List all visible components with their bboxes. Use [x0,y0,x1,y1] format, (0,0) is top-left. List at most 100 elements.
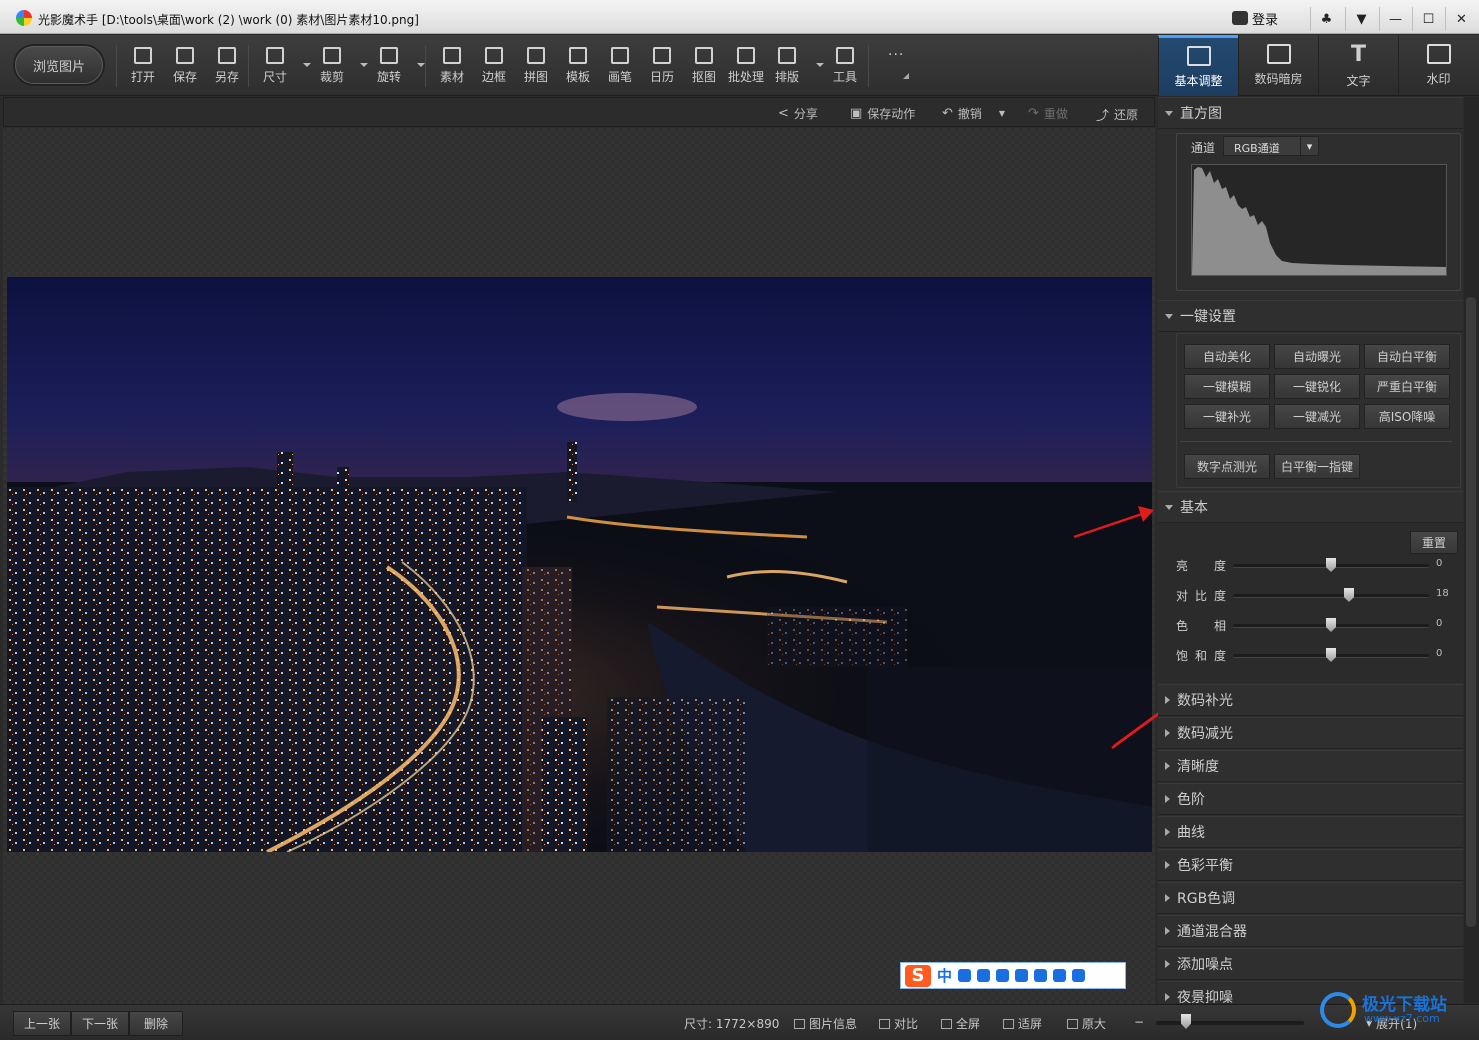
share-icon: < [778,106,789,121]
undo-dropdown-icon[interactable]: ▼ [999,109,1005,118]
slider-track[interactable] [1233,588,1429,602]
tool-cutout-button[interactable]: 抠图 [683,47,725,87]
tool-resize-button[interactable]: 尺寸 [254,47,296,87]
section-oneclick[interactable]: 一键设置 [1158,300,1463,332]
panel-scrollbar[interactable] [1464,97,1479,1003]
section-histogram[interactable]: 直方图 [1158,97,1463,129]
oneclick-button[interactable]: 一键锐化 [1274,374,1360,399]
tab-basic-adjust[interactable]: 基本调整 [1158,35,1238,96]
ime-toolbar[interactable]: S 中 [900,962,1126,989]
zoom-slider[interactable] [1156,1021,1304,1025]
section-collapsed[interactable]: 色阶 [1158,783,1463,815]
tab-digital-darkroom[interactable]: 数码暗房 [1238,35,1318,96]
tab-text[interactable]: T 文字 [1318,35,1398,96]
tab-watermark[interactable]: 水印 [1398,35,1478,96]
oneclick-button[interactable]: 高ISO降噪 [1364,404,1450,429]
section-collapsed[interactable]: 色彩平衡 [1158,849,1463,881]
status-bar: 上一张 下一张 删除 尺寸: 1772×890 图片信息 对比 全屏 适屏 原大… [0,1004,1479,1040]
oneclick-button[interactable]: 自动曝光 [1274,344,1360,369]
slider-thumb[interactable] [1326,618,1336,632]
skin-button[interactable]: ♣ [1310,7,1342,31]
maximize-button[interactable]: ☐ [1412,7,1444,31]
slider-thumb[interactable] [1326,558,1336,572]
slider-thumb[interactable] [1344,588,1354,602]
image-info-button[interactable]: 图片信息 [794,1015,857,1032]
original-size-button[interactable]: 原大 [1067,1015,1106,1032]
dropdown-arrow-icon[interactable] [303,63,311,67]
zoom-out-button[interactable]: − [1134,1015,1144,1029]
compare-button[interactable]: 对比 [879,1015,918,1032]
section-collapsed[interactable]: 通道混合器 [1158,915,1463,947]
browse-images-button[interactable]: 浏览图片 [15,46,103,84]
oneclick-button[interactable]: 自动白平衡 [1364,344,1450,369]
section-collapsed[interactable]: 数码补光 [1158,684,1463,716]
menu-button[interactable]: ▼ [1345,7,1377,31]
slider-row: 亮度 0 [1158,553,1463,577]
slider-track[interactable] [1233,558,1429,572]
punctuation-icon[interactable] [958,969,972,982]
restore-button[interactable]: ⤴ 还原 [1096,105,1138,124]
tool-save-button[interactable]: 保存 [164,47,206,87]
scrollbar-thumb[interactable] [1466,297,1476,927]
tool-save-as-button[interactable]: 另存 [206,47,248,87]
emoji-icon[interactable] [1034,969,1048,982]
slider-track[interactable] [1233,618,1429,632]
grid-icon[interactable] [1053,969,1067,982]
oneclick-button[interactable]: 一键减光 [1274,404,1360,429]
more-tools-button[interactable]: ··· [888,47,904,63]
delete-button[interactable]: 删除 [129,1011,183,1036]
save-action-button[interactable]: ▣ 保存动作 [850,105,915,122]
tool-border-button[interactable]: 边框 [473,47,515,87]
zoom-slider-thumb[interactable] [1181,1014,1191,1029]
ime-language[interactable]: 中 [937,965,952,986]
dropdown-arrow-icon[interactable] [816,63,824,67]
tool-layout-button[interactable]: 排版 [766,47,808,87]
login-button[interactable]: 登录 [1232,7,1278,29]
section-collapsed[interactable]: 曲线 [1158,816,1463,848]
redo-button[interactable]: ↷ 重做 [1028,105,1068,122]
oneclick-button[interactable]: 一键模糊 [1184,374,1270,399]
close-button[interactable]: ✕ [1445,7,1477,31]
watermark-url: www.xz7.com [1364,1012,1440,1025]
expand-icon [1165,861,1170,869]
tool-crop-button[interactable]: 裁剪 [311,47,353,87]
expand-corner-icon[interactable] [903,73,909,79]
channel-select[interactable]: RGB通道 ▾ [1223,136,1319,156]
skin-icon[interactable] [1015,969,1029,982]
minimize-button[interactable]: — [1379,7,1411,31]
section-collapsed[interactable]: 添加噪点 [1158,948,1463,980]
tool-rotate-button[interactable]: 旋转 [368,47,410,87]
oneclick-button[interactable]: 一键补光 [1184,404,1270,429]
oneclick-button[interactable]: 白平衡一指键 [1274,454,1360,479]
section-collapsed[interactable]: 清晰度 [1158,750,1463,782]
next-image-button[interactable]: 下一张 [71,1011,129,1036]
tool-calendar-button[interactable]: 日历 [641,47,683,87]
expand-icon [1165,828,1170,836]
tool-brush-button[interactable]: 画笔 [599,47,641,87]
reset-button[interactable]: 重置 [1410,531,1458,554]
undo-button[interactable]: ↶ 撤销 ▼ [942,105,1005,122]
prev-image-button[interactable]: 上一张 [13,1011,71,1036]
tool-template-button[interactable]: 模板 [557,47,599,87]
slider-track[interactable] [1233,648,1429,662]
dropdown-arrow-icon[interactable] [417,63,425,67]
oneclick-button[interactable]: 自动美化 [1184,344,1270,369]
tool-collage-button[interactable]: 拼图 [515,47,557,87]
settings-icon[interactable] [1072,969,1086,982]
slider-thumb[interactable] [1326,648,1336,662]
fit-screen-button[interactable]: 适屏 [1003,1015,1042,1032]
section-collapsed[interactable]: RGB色调 [1158,882,1463,914]
fullscreen-button[interactable]: 全屏 [941,1015,980,1032]
dropdown-arrow-icon[interactable] [360,63,368,67]
tool-material-button[interactable]: 素材 [431,47,473,87]
section-basic[interactable]: 基本 [1158,491,1463,523]
tool-batch-button[interactable]: 批处理 [725,47,767,87]
tool-wrench-button[interactable]: 工具 [824,47,866,87]
tool-open-button[interactable]: 打开 [122,47,164,87]
oneclick-button[interactable]: 严重白平衡 [1364,374,1450,399]
oneclick-button[interactable]: 数字点测光 [1184,454,1270,479]
keyboard-icon[interactable] [996,969,1010,982]
share-button[interactable]: < 分享 [778,105,818,122]
microphone-icon[interactable] [977,969,991,982]
section-collapsed[interactable]: 数码减光 [1158,717,1463,749]
